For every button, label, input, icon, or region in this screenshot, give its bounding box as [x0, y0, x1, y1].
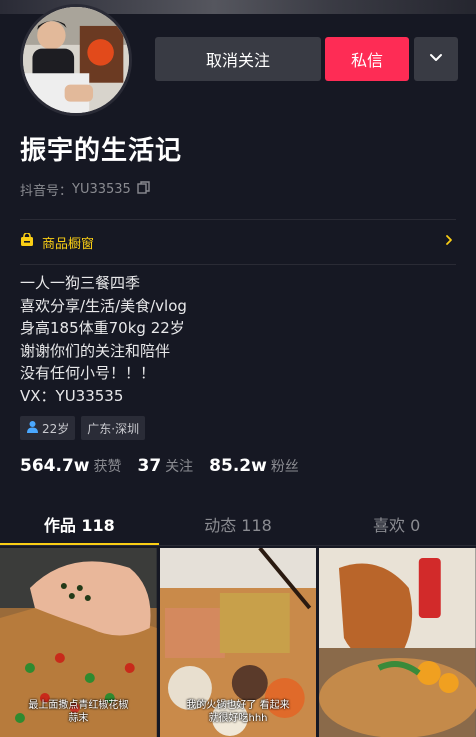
douyin-id-value: YU33535: [72, 182, 131, 197]
tabs-divider: [0, 545, 476, 546]
bio-line: 喜欢分享/生活/美食/vlog: [20, 296, 187, 315]
copy-icon[interactable]: [137, 181, 150, 198]
likes-count: 564.7w: [20, 456, 90, 476]
tab-works[interactable]: 作品 118: [0, 503, 159, 545]
message-button[interactable]: 私信: [325, 37, 409, 81]
douyin-id-row: 抖音号： YU33535: [20, 180, 150, 199]
video-caption: 我的火锅也好了 看起来就很好吃hhh: [186, 700, 290, 724]
bio: 一人一狗三餐四季 喜欢分享/生活/美食/vlog 身高185体重70kg 22岁…: [20, 272, 187, 407]
likes-label: 获赞: [93, 459, 122, 475]
video-thumbnail[interactable]: [319, 548, 476, 737]
video-thumbnail[interactable]: 我的火锅也好了 看起来就很好吃hhh: [159, 548, 317, 737]
unfollow-button[interactable]: 取消关注: [155, 37, 321, 81]
profile-stats: 564.7w 获赞 37 关注 85.2w 粉丝: [20, 456, 315, 476]
message-button-label: 私信: [350, 51, 383, 70]
tab-likes[interactable]: 喜欢 0: [317, 503, 476, 545]
video-grid: 最上面撒点青红椒花椒蒜末 我的火锅也好了 看起来就很好吃hhh: [0, 548, 476, 737]
avatar[interactable]: [20, 4, 132, 116]
bio-line: 身高185体重70kg 22岁: [20, 319, 185, 337]
profile-tags: 22岁 广东·深圳: [20, 416, 146, 440]
followers-count[interactable]: 85.2w: [209, 456, 267, 476]
location-tag: 广东·深圳: [81, 416, 146, 440]
more-options-button[interactable]: [414, 37, 458, 81]
video-caption: 最上面撒点青红椒花椒蒜末: [28, 700, 129, 724]
bio-line: 谢谢你们的关注和陪伴: [20, 341, 171, 360]
bio-line: 没有任何小号！！！: [20, 364, 156, 382]
profile-name: 振宇的生活记: [20, 136, 183, 166]
video-thumbnail[interactable]: 最上面撒点青红椒花椒蒜末: [0, 548, 157, 737]
following-count[interactable]: 37: [137, 456, 161, 476]
bio-line: 一人一狗三餐四季: [20, 274, 141, 292]
tab-moments[interactable]: 动态 118: [159, 503, 318, 545]
followers-label[interactable]: 粉丝: [271, 456, 299, 476]
divider: [20, 264, 456, 265]
age-tag: 22岁: [20, 416, 76, 440]
unfollow-button-label: 取消关注: [205, 51, 270, 70]
person-icon: [26, 420, 39, 436]
following-label[interactable]: 关注: [165, 456, 193, 476]
content-tabs: 作品 118 动态 118 喜欢 0: [0, 503, 476, 545]
divider: [20, 219, 456, 220]
bio-line: VX：YU33535: [20, 386, 124, 405]
shop-window-label: 商品橱窗: [42, 236, 95, 252]
chevron-down-icon: [428, 49, 444, 69]
age-tag-label: 22岁: [42, 421, 70, 436]
douyin-id-label: 抖音号：: [20, 184, 73, 199]
chevron-right-icon: [444, 234, 454, 250]
shop-icon: [20, 232, 34, 251]
location-tag-label: 广东·深圳: [87, 421, 140, 436]
shop-window-row[interactable]: 商品橱窗: [20, 226, 456, 258]
